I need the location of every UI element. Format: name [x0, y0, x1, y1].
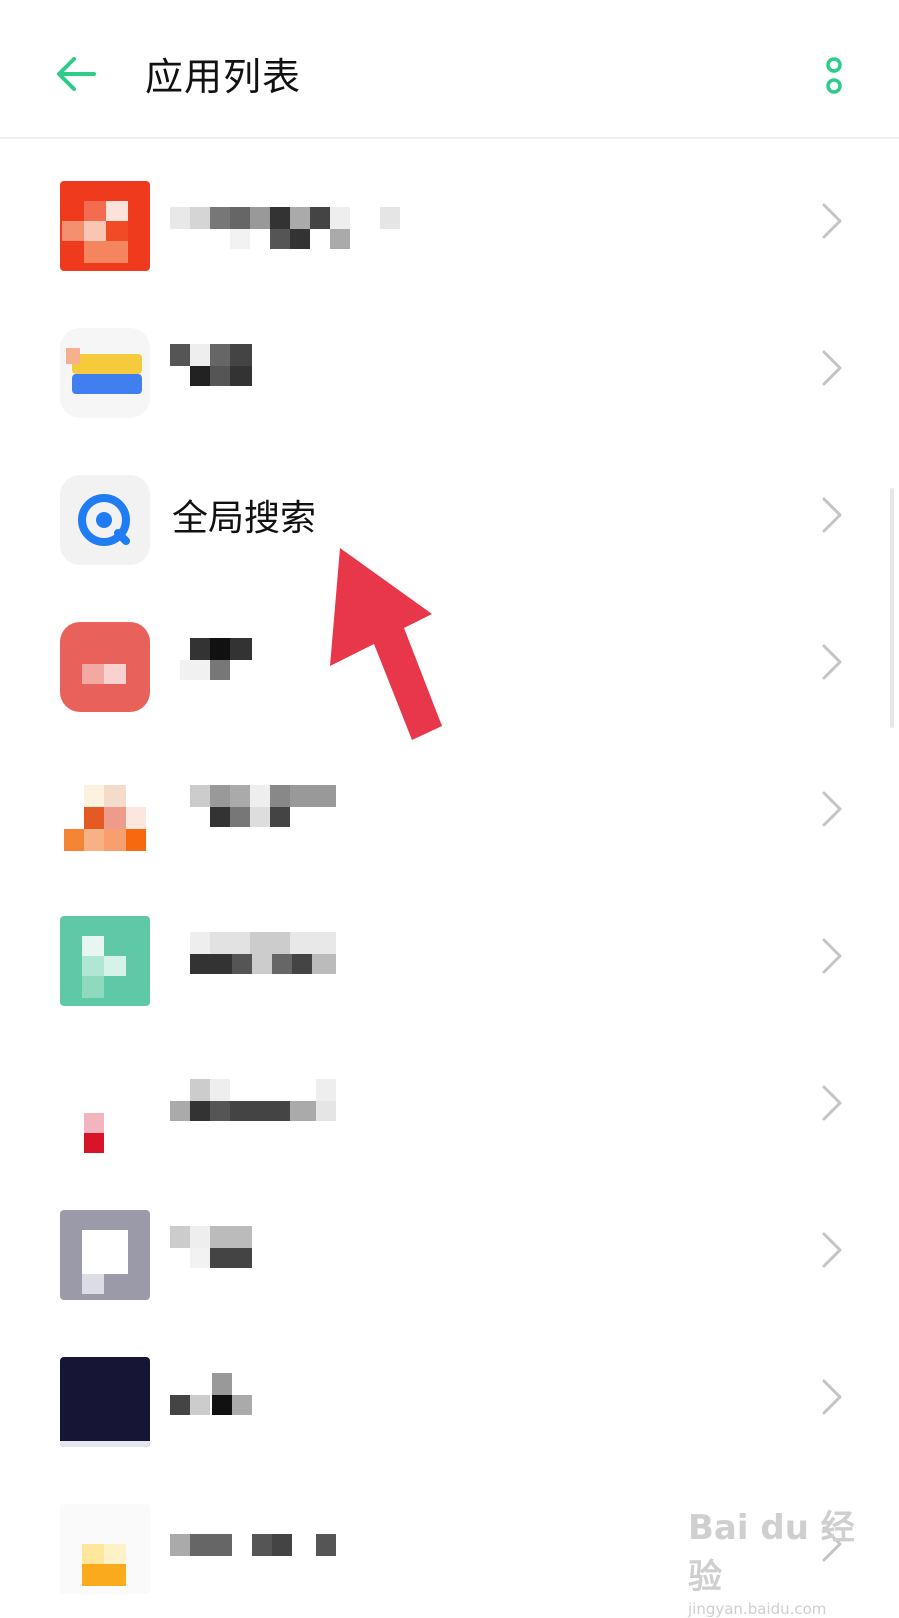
chevron-right-icon: [822, 1232, 842, 1268]
chevron-right-icon: [822, 1379, 842, 1415]
baidu-jingyan-watermark: Bai du 经验 jingyan.baidu.com: [688, 1500, 858, 1618]
app-icon-yellow-blue: [60, 328, 150, 418]
redacted-app-name: [170, 932, 340, 976]
list-item[interactable]: [0, 145, 899, 295]
watermark-url: jingyan.baidu.com: [688, 1600, 827, 1618]
app-icon-coral: [60, 622, 150, 712]
chevron-right-icon: [822, 1085, 842, 1121]
app-name: 全局搜索: [172, 498, 317, 539]
app-icon-gray-square: [60, 1210, 150, 1300]
chevron-right-icon: [822, 497, 842, 533]
redacted-app-name: [170, 1534, 340, 1558]
annotation-arrow-icon: [330, 548, 442, 740]
app-icon-teal: [60, 916, 150, 1006]
watermark-logo-text: Bai du 经验: [688, 1508, 855, 1597]
global-search-icon: [60, 475, 150, 565]
list-item[interactable]: [0, 1174, 899, 1324]
redacted-app-name: [170, 1079, 340, 1123]
app-icon-yellow: [60, 1504, 150, 1594]
list-item[interactable]: [0, 1027, 899, 1177]
redacted-app-name: [170, 785, 340, 829]
app-icon-red: [60, 181, 150, 271]
page-title: 应用列表: [145, 55, 302, 99]
app-icon-red-small: [60, 1063, 150, 1153]
chevron-right-icon: [822, 644, 842, 680]
redacted-app-name: [170, 344, 254, 388]
chevron-right-icon: [822, 203, 842, 239]
redacted-app-name: [170, 1226, 254, 1270]
list-item[interactable]: [0, 292, 899, 442]
app-icon-orange: [60, 769, 150, 859]
chevron-right-icon: [822, 791, 842, 827]
redacted-app-name: [170, 1373, 254, 1417]
chevron-right-icon: [822, 938, 842, 974]
app-icon-navy: [60, 1357, 150, 1447]
more-vertical-icon[interactable]: [820, 56, 848, 96]
redacted-app-name: [170, 207, 400, 251]
list-item[interactable]: [0, 1321, 899, 1471]
arrow-left-icon[interactable]: [52, 50, 100, 98]
chevron-right-icon: [822, 350, 842, 386]
list-item[interactable]: [0, 880, 899, 1030]
redacted-app-name: [170, 638, 254, 682]
app-bar: 应用列表: [0, 0, 899, 139]
